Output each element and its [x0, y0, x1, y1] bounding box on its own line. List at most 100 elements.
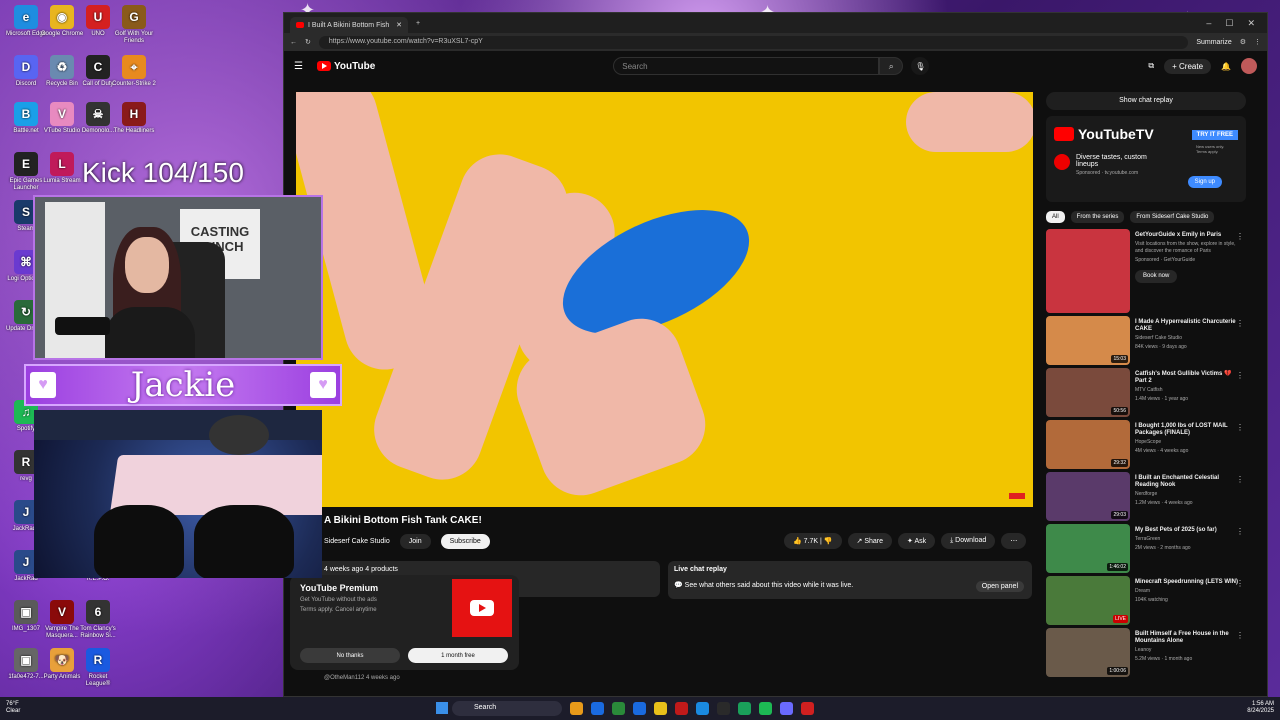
more-options-icon[interactable]: ⋮: [1236, 319, 1244, 328]
taskbar-app-icon[interactable]: [570, 702, 583, 715]
extensions-icon[interactable]: ⚙: [1240, 38, 1246, 46]
weather-widget[interactable]: 76°F Clear: [6, 701, 20, 715]
open-panel-button[interactable]: Open panel: [975, 581, 1024, 592]
notifications-bell-icon[interactable]: 🔔: [1221, 62, 1231, 71]
close-tab-icon[interactable]: ✕: [396, 21, 402, 29]
download-button[interactable]: ⤓ Download: [941, 533, 996, 549]
windows-start-icon[interactable]: [436, 702, 448, 714]
menu-icon[interactable]: ⋮: [1254, 38, 1261, 46]
desktop-icon[interactable]: G Golf With Your Friends: [112, 5, 156, 45]
maximize-icon[interactable]: ☐: [1225, 18, 1233, 29]
more-options-icon[interactable]: ⋯: [1001, 533, 1027, 549]
video-title[interactable]: Built Himself a Free House in the Mounta…: [1135, 631, 1241, 645]
video-thumbnail[interactable]: 29:32: [1046, 420, 1130, 469]
new-tab-icon[interactable]: +: [416, 20, 420, 27]
video-thumbnail[interactable]: 15:03: [1046, 316, 1130, 365]
more-options-icon[interactable]: ⋮: [1236, 423, 1244, 432]
channel-name[interactable]: TerraGreen: [1135, 536, 1241, 543]
list-item[interactable]: LIVE Minecraft Speedrunning (LETS WIN) Dre…: [1046, 576, 1246, 627]
list-item[interactable]: 29:03 I Built an Enchanted Celestial Read…: [1046, 472, 1246, 523]
subscribe-button[interactable]: Subscribe: [440, 534, 490, 549]
filter-chip[interactable]: From the series: [1070, 211, 1125, 223]
list-item[interactable]: 1:00:06 Built Himself a Free House in the…: [1046, 628, 1246, 679]
free-trial-button[interactable]: 1 month free: [408, 648, 508, 663]
youtube-logo[interactable]: YouTube: [316, 61, 375, 72]
show-chat-replay-button[interactable]: Show chat replay: [1046, 92, 1246, 110]
channel-name[interactable]: MTV Catfish: [1135, 387, 1241, 394]
video-thumbnail[interactable]: 29:03: [1046, 472, 1130, 521]
taskbar-app-icon[interactable]: [696, 702, 709, 715]
no-thanks-button[interactable]: No thanks: [300, 648, 400, 663]
taskbar-app-icon[interactable]: [612, 702, 625, 715]
taskbar-app-icon[interactable]: [591, 702, 604, 715]
desktop-icon[interactable]: H The Headliners: [112, 102, 156, 135]
list-item[interactable]: 1:46:02 My Best Pets of 2025 (so far) Terr…: [1046, 524, 1246, 575]
more-options-icon[interactable]: ⋮: [1236, 579, 1244, 588]
video-title[interactable]: I Bought 1,000 lbs of LOST MAIL Packages…: [1135, 423, 1241, 437]
desktop-icon[interactable]: L Lumia Stream: [40, 152, 84, 185]
taskbar-app-icon[interactable]: [801, 702, 814, 715]
like-button[interactable]: 👍 7.7K | 👎: [784, 533, 842, 549]
video-thumbnail[interactable]: LIVE: [1046, 576, 1130, 625]
list-item[interactable]: 50:56 Catfish's Most Gullible Victims 💔 P…: [1046, 368, 1246, 419]
summarize-button[interactable]: Summarize: [1196, 39, 1231, 46]
channel-name[interactable]: Sideserf Cake Studio: [324, 538, 390, 545]
video-player[interactable]: [296, 92, 1033, 507]
browser-tab[interactable]: I Built A Bikini Bottom Fish ✕: [290, 17, 408, 33]
hamburger-menu-icon[interactable]: ☰: [294, 61, 303, 72]
comment-author[interactable]: @OtheMan112 4 weeks ago: [324, 675, 400, 681]
sign-up-button[interactable]: Sign up: [1187, 176, 1222, 188]
list-item[interactable]: 15:03 I Made A Hyperrealistic Charcuterie…: [1046, 316, 1246, 367]
more-options-icon[interactable]: ⋮: [1236, 232, 1244, 241]
search-icon[interactable]: ⌕: [879, 57, 904, 75]
book-now-button[interactable]: Book now: [1135, 270, 1178, 283]
taskbar-app-icon[interactable]: [654, 702, 667, 715]
filter-chip[interactable]: From Sideserf Cake Studio: [1130, 211, 1215, 223]
channel-name[interactable]: Leanoy: [1135, 647, 1241, 654]
avatar[interactable]: [1241, 58, 1257, 74]
back-icon[interactable]: ←: [290, 39, 297, 46]
microphone-icon[interactable]: 🎙: [911, 57, 930, 75]
reload-icon[interactable]: ↻: [305, 38, 311, 46]
taskbar-app-icon[interactable]: [633, 702, 646, 715]
join-button[interactable]: Join: [399, 534, 431, 549]
create-button[interactable]: + Create: [1164, 58, 1212, 74]
taskbar-search[interactable]: Search: [452, 701, 562, 716]
share-button[interactable]: ↗ Share: [847, 533, 893, 549]
video-title[interactable]: Minecraft Speedrunning (LETS WIN): [1135, 579, 1241, 586]
desktop-icon[interactable]: 6 Tom Clancy's Rainbow Si...: [76, 600, 120, 640]
channel-name[interactable]: Visit locations from the show, explore i…: [1135, 241, 1241, 255]
minimize-icon[interactable]: –: [1206, 18, 1211, 29]
list-item[interactable]: GetYourGuide x Emily in Paris Visit locat…: [1046, 229, 1246, 315]
url-field[interactable]: https://www.youtube.com/watch?v=R3uXSL7-…: [318, 35, 1189, 49]
channel-name[interactable]: HopeScope: [1135, 439, 1241, 446]
list-item[interactable]: 29:32 I Bought 1,000 lbs of LOST MAIL Pac…: [1046, 420, 1246, 471]
cast-icon[interactable]: ⧉: [1148, 61, 1154, 71]
video-title[interactable]: Catfish's Most Gullible Victims 💔 Part 2: [1135, 371, 1241, 385]
taskbar-app-icon[interactable]: [675, 702, 688, 715]
video-thumbnail[interactable]: 1:00:06: [1046, 628, 1130, 677]
more-options-icon[interactable]: ⋮: [1236, 631, 1244, 640]
taskbar-app-icon[interactable]: [717, 702, 730, 715]
channel-name[interactable]: Dream: [1135, 588, 1241, 595]
filter-chip[interactable]: All: [1046, 211, 1065, 223]
search-input[interactable]: Search: [613, 57, 880, 75]
taskbar-app-icon[interactable]: [738, 702, 751, 715]
more-options-icon[interactable]: ⋮: [1236, 371, 1244, 380]
video-thumbnail[interactable]: 50:56: [1046, 368, 1130, 417]
video-title[interactable]: I Built an Enchanted Celestial Reading N…: [1135, 475, 1241, 489]
system-clock[interactable]: 1:56 AM 8/24/2025: [1247, 701, 1274, 715]
more-options-icon[interactable]: ⋮: [1236, 475, 1244, 484]
youtube-tv-ad[interactable]: YouTubeTV TRY IT FREE New users only. Te…: [1046, 116, 1246, 202]
desktop-icon[interactable]: ⌖ Counter-Strike 2: [112, 55, 156, 88]
video-thumbnail[interactable]: 1:46:02: [1046, 524, 1130, 573]
video-thumbnail[interactable]: [1046, 229, 1130, 313]
desktop-icon[interactable]: R Rocket League®: [76, 648, 120, 688]
channel-name[interactable]: Nerdforge: [1135, 491, 1241, 498]
ask-button[interactable]: ✦ Ask: [898, 533, 936, 549]
channel-name[interactable]: Sideserf Cake Studio: [1135, 335, 1241, 342]
try-free-button[interactable]: TRY IT FREE: [1191, 130, 1238, 140]
video-title[interactable]: GetYourGuide x Emily in Paris: [1135, 232, 1241, 239]
more-options-icon[interactable]: ⋮: [1236, 527, 1244, 536]
video-title[interactable]: My Best Pets of 2025 (so far): [1135, 527, 1241, 534]
